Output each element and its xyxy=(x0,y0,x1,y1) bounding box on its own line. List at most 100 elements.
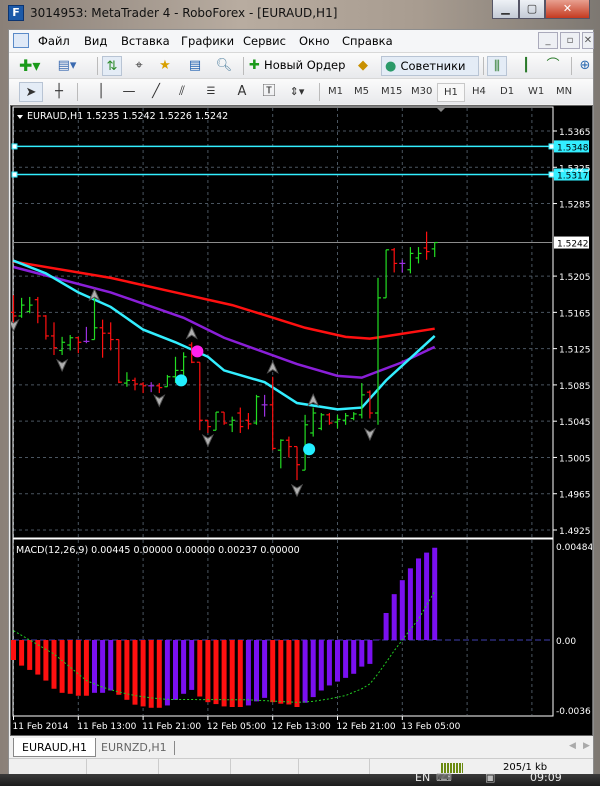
macd-histogram-bar xyxy=(124,640,130,700)
window-frame: F 3014953: MetaTrader 4 - RoboForex - [E… xyxy=(0,0,600,786)
macd-tick-label: 0.00484 xyxy=(556,543,592,553)
timeframe-m1[interactable]: M1 xyxy=(325,83,346,102)
tester-icon[interactable]: 🔍︎ xyxy=(214,56,234,76)
equidistant-channel-icon[interactable]: ⫽ xyxy=(172,82,192,102)
ohlc-bar xyxy=(51,322,57,355)
new-order-button[interactable]: ✚ Новый Ордер xyxy=(249,56,347,76)
mdi-restore-button[interactable]: ▫ xyxy=(560,32,580,49)
title-bar: F 3014953: MetaTrader 4 - RoboForex - [E… xyxy=(0,0,600,28)
timeframe-m30[interactable]: M30 xyxy=(408,83,435,102)
menu-window[interactable]: Окно xyxy=(299,34,330,48)
minimize-button[interactable]: ▁ xyxy=(492,0,519,19)
mdi-minimize-button[interactable]: _ xyxy=(538,32,558,49)
chart-window-icon[interactable] xyxy=(13,33,29,48)
price-tick-label: 1.5085 xyxy=(559,382,591,392)
mdi-close-button[interactable]: ✕ xyxy=(582,32,594,49)
menu-tools[interactable]: Сервис xyxy=(243,34,286,48)
ohlc-bar xyxy=(277,439,284,469)
ohlc-bar xyxy=(99,319,106,358)
autotrading-icon[interactable]: ◆ xyxy=(353,56,373,76)
crosshair-navigator-icon[interactable]: ⌖ xyxy=(129,56,149,76)
ohlc-bar xyxy=(140,382,147,394)
language-indicator[interactable]: EN xyxy=(415,771,430,784)
moving-average-line xyxy=(13,265,436,379)
ohlc-bar xyxy=(253,394,260,425)
close-button[interactable]: ✕ xyxy=(545,0,590,19)
ohlc-bar xyxy=(431,241,438,258)
menu-file[interactable]: Файл xyxy=(38,34,70,48)
tab-eurnzd-h1[interactable]: EURNZD,H1 xyxy=(93,738,175,757)
price-tick-label: 1.5365 xyxy=(559,128,591,138)
timeframe-h1[interactable]: H1 xyxy=(437,83,465,102)
client-area: Файл Вид Вставка Графики Сервис Окно Спр… xyxy=(7,29,594,775)
macd-histogram-bar xyxy=(254,640,259,702)
menu-view[interactable]: Вид xyxy=(84,34,107,48)
line-handle xyxy=(548,171,555,178)
maximize-button[interactable]: ▢ xyxy=(519,0,545,19)
text-label-icon[interactable]: 🅃︎ xyxy=(259,82,279,102)
vertical-line-icon[interactable]: │ xyxy=(91,82,111,102)
zoom-in-icon[interactable]: ⊕ xyxy=(575,56,595,76)
terminal-icon[interactable]: ▤ xyxy=(185,56,205,76)
experts-button[interactable]: ● Советники xyxy=(381,56,479,76)
crosshair-icon[interactable]: ┼ xyxy=(49,82,69,102)
candlestick-icon[interactable]: ┃ xyxy=(516,56,536,76)
standard-toolbar: ✚▾ ▤▾ ⇅ ⌖ ★ ▤ 🔍︎ ✚ Новый Ордер ◆ ● Совет… xyxy=(9,52,593,78)
menu-insert[interactable]: Вставка xyxy=(121,34,170,48)
tab-euraud-h1[interactable]: EURAUD,H1 xyxy=(13,738,97,757)
profiles-icon[interactable]: ▤▾ xyxy=(57,56,77,76)
time-tick-label: 11 Feb 13:00 xyxy=(77,722,136,732)
new-chart-icon[interactable]: ✚▾ xyxy=(19,56,40,76)
timeframe-mn[interactable]: MN xyxy=(553,83,575,102)
macd-histogram-bar xyxy=(335,640,340,682)
arrows-icon[interactable]: ⇕▾ xyxy=(287,82,307,102)
macd-histogram-bar xyxy=(375,639,381,641)
keyboard-icon[interactable]: ⌨ xyxy=(436,771,452,784)
macd-header: MACD(12,26,9) 0.00445 0.00000 0.00000 0.… xyxy=(16,545,300,556)
chart-shift-marker-icon[interactable] xyxy=(437,108,445,112)
chart-header-triangle-icon[interactable] xyxy=(17,115,23,119)
status-cell xyxy=(86,759,87,775)
ohlc-bar xyxy=(358,383,365,419)
bar-chart-icon[interactable]: ⫼ xyxy=(487,56,507,76)
fractal-up-arrow-icon xyxy=(185,326,198,340)
ohlc-bar xyxy=(34,296,41,324)
timeframe-w1[interactable]: W1 xyxy=(525,83,547,102)
tab-scroll-left-icon[interactable]: ◀ xyxy=(569,741,576,751)
fibonacci-icon[interactable]: ☰ xyxy=(201,82,221,102)
ohlc-bar xyxy=(285,436,292,458)
ohlc-bar xyxy=(383,249,390,299)
fractal-down-arrow-icon xyxy=(290,483,304,498)
cursor-icon[interactable]: ➤ xyxy=(19,82,43,102)
timeframe-h4[interactable]: H4 xyxy=(469,83,489,102)
macd-histogram-bar xyxy=(367,640,373,664)
price-chart[interactable]: 1.53481.53171.5242 1.53651.53251.52851.5… xyxy=(7,106,593,735)
menu-help[interactable]: Справка xyxy=(342,34,393,48)
timeframe-m15[interactable]: M15 xyxy=(378,83,405,102)
clock[interactable]: 09:09 xyxy=(530,771,562,784)
horizontal-line-icon[interactable]: — xyxy=(119,82,139,102)
chart-window[interactable]: 1.5348 1.5317 1.5242 1.5365 1.5325 1.5285 1.5… xyxy=(7,105,593,736)
ohlc-bar xyxy=(91,297,98,341)
tab-scroll-right-icon[interactable]: ▶ xyxy=(583,741,590,751)
text-tool-icon[interactable]: A xyxy=(232,82,252,102)
ohlc-bar xyxy=(42,315,49,340)
macd-histogram-bar xyxy=(189,640,195,690)
experts-icon: ● xyxy=(385,59,397,74)
network-icon[interactable]: ▣ xyxy=(485,771,495,784)
line-chart-icon[interactable]: ⌒ xyxy=(543,56,563,76)
trendline-icon[interactable]: ╱ xyxy=(146,82,166,102)
metatrader-app-icon: F xyxy=(8,5,24,21)
time-tick-label: 12 Feb 21:00 xyxy=(337,722,396,732)
macd-histogram-bar xyxy=(359,640,365,667)
macd-histogram-bar xyxy=(59,640,65,693)
timeframe-d1[interactable]: D1 xyxy=(497,83,517,102)
market-watch-icon[interactable]: ⇅ xyxy=(102,56,122,76)
favorites-icon[interactable]: ★ xyxy=(155,56,175,76)
fractal-up-arrow-icon xyxy=(307,393,320,407)
timeframe-m5[interactable]: M5 xyxy=(351,83,372,102)
line-handle xyxy=(11,171,18,178)
macd-histogram-bar xyxy=(326,640,332,686)
menu-charts[interactable]: Графики xyxy=(181,34,234,48)
ohlc-bar xyxy=(148,382,155,393)
